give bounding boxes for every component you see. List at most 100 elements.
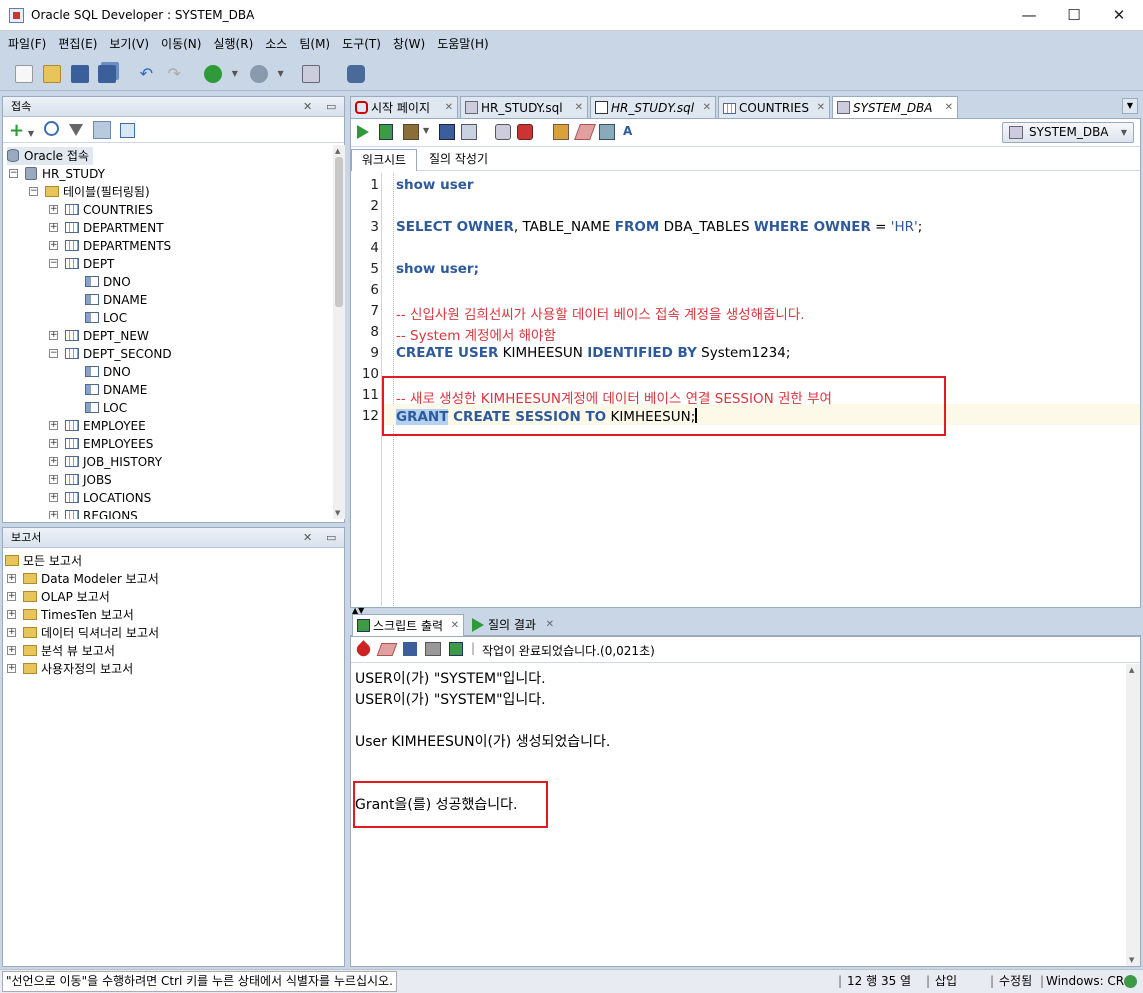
menu-team[interactable]: 팀(M)	[299, 31, 330, 57]
tree-table-item[interactable]: EMPLOYEES	[65, 435, 153, 453]
menu-help[interactable]: 도움말(H)	[437, 31, 489, 57]
expand-icon[interactable]: +	[7, 610, 16, 619]
filter-icon[interactable]	[68, 124, 83, 136]
menu-run[interactable]: 실행(R)	[213, 31, 253, 57]
back-dropdown-icon[interactable]: ▼	[232, 65, 240, 83]
sql-worksheet-icon[interactable]	[302, 65, 321, 83]
pin-icon[interactable]	[354, 640, 373, 659]
sql-tuning-icon[interactable]	[461, 124, 477, 140]
panel-minimize-icon[interactable]: ▭	[326, 528, 336, 548]
add-connection-icon[interactable]: +	[9, 122, 24, 140]
oracle-connections-root[interactable]: Oracle 접속	[7, 147, 93, 165]
subtab-worksheet[interactable]: 워크시트	[351, 149, 417, 171]
menu-source[interactable]: 소스	[265, 31, 287, 57]
menu-tools[interactable]: 도구(T)	[342, 31, 381, 57]
menu-navigate[interactable]: 이동(N)	[161, 31, 201, 57]
tree-table-item[interactable]: DEPARTMENT	[65, 219, 164, 237]
tree-table-item[interactable]: DEPARTMENTS	[65, 237, 171, 255]
tab-close-icon[interactable]: ✕	[445, 97, 453, 119]
expand-icon[interactable]: +	[7, 628, 16, 637]
maximize-button[interactable]: ☐	[1051, 0, 1097, 31]
tree-table-item[interactable]: COUNTRIES	[65, 201, 153, 219]
script-icon[interactable]	[449, 642, 463, 656]
tree-column-item[interactable]: DNO	[85, 273, 131, 291]
tree-column-item[interactable]: DNAME	[85, 291, 147, 309]
tab-start-page[interactable]: 시작 페이지 ✕	[350, 96, 458, 118]
tab-close-icon[interactable]: ✕	[817, 97, 825, 119]
code-line[interactable]: CREATE USER KIMHEESUN IDENTIFIED BY Syst…	[396, 345, 790, 361]
expand-icon[interactable]: +	[49, 421, 58, 430]
menu-edit[interactable]: 편집(E)	[58, 31, 97, 57]
tab-script-output[interactable]: 스크립트 출력 ✕	[352, 614, 464, 636]
tree-table-item[interactable]: EMPLOYEE	[65, 417, 146, 435]
expand-icon[interactable]: +	[49, 223, 58, 232]
eraser-icon[interactable]	[376, 643, 398, 656]
save-all-icon[interactable]	[98, 65, 117, 83]
autotrace-icon[interactable]	[403, 124, 419, 140]
expand-icon[interactable]: +	[7, 574, 16, 583]
tree-table-item[interactable]: DEPT	[65, 255, 114, 273]
history-icon[interactable]	[599, 124, 615, 140]
menu-view[interactable]: 보기(V)	[109, 31, 149, 57]
connection-hr-study[interactable]: HR_STUDY	[25, 165, 105, 183]
tab-close-icon[interactable]: ✕	[451, 615, 459, 637]
tree-table-item[interactable]: LOCATIONS	[65, 489, 151, 507]
report-item[interactable]: Data Modeler 보고서	[23, 570, 159, 588]
report-item[interactable]: 분석 뷰 보고서	[23, 642, 115, 660]
expand-icon[interactable]: +	[49, 205, 58, 214]
add-dropdown-icon[interactable]: ▼	[28, 129, 34, 138]
commit-icon[interactable]	[495, 124, 511, 140]
collapse-icon[interactable]: −	[29, 187, 38, 196]
menu-file[interactable]: 파일(F)	[8, 31, 46, 57]
tree-column-item[interactable]: LOC	[85, 399, 127, 417]
collapse-icon[interactable]: −	[49, 259, 58, 268]
forward-icon[interactable]	[249, 65, 268, 83]
code-line[interactable]: show user	[396, 177, 474, 193]
collapse-icon[interactable]: −	[49, 349, 58, 358]
tree-table-item[interactable]: DEPT_NEW	[65, 327, 149, 345]
tables-folder[interactable]: 테이블(필터링됨)	[45, 183, 150, 201]
close-button[interactable]: ✕	[1096, 0, 1142, 31]
connection-selector[interactable]: SYSTEM_DBA ▼	[1002, 122, 1134, 143]
refresh-icon[interactable]	[43, 121, 59, 136]
expand-icon[interactable]: +	[7, 664, 16, 673]
tree-scrollbar[interactable]: ▲ ▼	[333, 145, 345, 519]
subtab-query-builder[interactable]: 질의 작성기	[429, 149, 499, 171]
redo-icon[interactable]: ↷	[165, 65, 183, 83]
autotrace-dropdown-icon[interactable]: ▼	[423, 126, 429, 135]
expand-icon[interactable]: +	[49, 331, 58, 340]
expand-icon[interactable]: +	[49, 457, 58, 466]
forward-dropdown-icon[interactable]: ▼	[277, 65, 285, 83]
run-script-icon[interactable]	[379, 124, 393, 140]
tree-table-item[interactable]: JOB_HISTORY	[65, 453, 162, 471]
tab-close-icon[interactable]: ✕	[945, 97, 953, 119]
report-item[interactable]: OLAP 보고서	[23, 588, 110, 606]
report-item[interactable]: 사용자정의 보고서	[23, 660, 133, 678]
code-line[interactable]: show user;	[396, 261, 479, 277]
all-reports-root[interactable]: 모든 보고서	[5, 552, 82, 570]
tab-close-icon[interactable]: ✕	[575, 97, 583, 119]
tree-column-item[interactable]: DNO	[85, 363, 131, 381]
tree-table-item[interactable]: DEPT_SECOND	[65, 345, 172, 363]
tree-column-item[interactable]: LOC	[85, 309, 127, 327]
tab-hr-study-sql[interactable]: HR_STUDY.sql ✕	[460, 96, 588, 118]
undo-icon[interactable]: ↶	[137, 65, 155, 83]
code-line[interactable]: -- System 계정에서 해야함	[396, 324, 556, 344]
report-item[interactable]: TimesTen 보고서	[23, 606, 134, 624]
expand-icon[interactable]: +	[49, 493, 58, 502]
run-statement-icon[interactable]	[357, 125, 369, 139]
menu-window[interactable]: 창(W)	[393, 31, 425, 57]
minimize-button[interactable]: —	[1006, 0, 1052, 31]
format-icon[interactable]: A	[623, 124, 632, 138]
panel-close-icon[interactable]: ✕	[303, 97, 312, 117]
expand-icon[interactable]: +	[49, 241, 58, 250]
tab-list-dropdown-icon[interactable]: ▼	[1122, 98, 1138, 114]
eraser-icon[interactable]	[574, 124, 596, 140]
explain-plan-icon[interactable]	[439, 124, 455, 140]
expand-icon[interactable]: +	[49, 511, 58, 519]
schema-browser-icon[interactable]	[92, 121, 111, 139]
tree-table-item[interactable]: REGIONS	[65, 507, 138, 519]
tab-system-dba[interactable]: SYSTEM_DBA ✕	[832, 96, 958, 118]
back-icon[interactable]	[203, 65, 222, 83]
code-line[interactable]: -- 신입사원 김희선씨가 사용할 데이터 베이스 접속 계정을 생성해줍니다.	[396, 303, 805, 323]
